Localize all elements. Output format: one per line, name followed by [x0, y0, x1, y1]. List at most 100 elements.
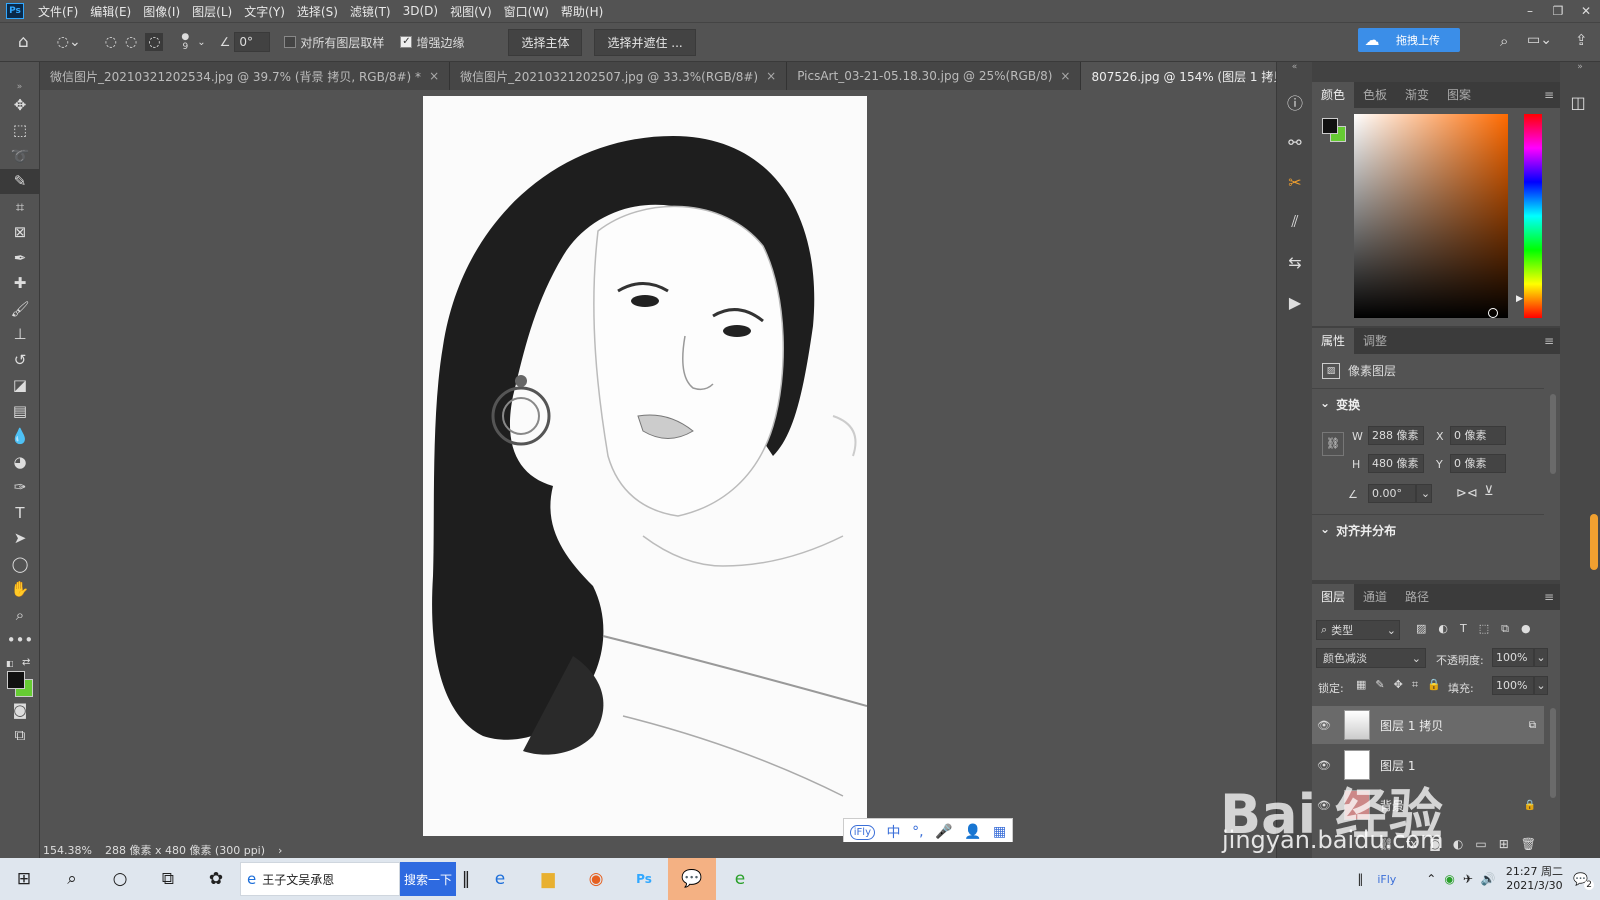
lock-artboard-icon[interactable]: ⌗: [1412, 678, 1418, 692]
tab-document-1[interactable]: 微信图片_20210321202534.jpg @ 39.7% (背景 拷贝, …: [40, 62, 451, 90]
new-selection-icon[interactable]: ◌: [105, 34, 117, 50]
ifly-tray-icon[interactable]: iFly: [1377, 873, 1396, 886]
airplane-icon[interactable]: ✈: [1463, 872, 1473, 886]
color-field[interactable]: [1354, 114, 1508, 318]
restore-icon[interactable]: ❐: [1544, 0, 1572, 22]
color-swatches[interactable]: ◧ ⇄: [0, 653, 39, 697]
lock-position-icon[interactable]: ✥: [1394, 678, 1403, 692]
screen-mode-icon[interactable]: ⧉: [0, 723, 40, 749]
more-tools-icon[interactable]: •••: [0, 628, 40, 654]
add-selection-icon[interactable]: ◌: [125, 34, 137, 50]
height-field[interactable]: 480 像素: [1368, 454, 1424, 473]
home-icon[interactable]: ⌂: [18, 32, 29, 52]
filter-toggle-icon[interactable]: ●: [1521, 622, 1531, 636]
minimize-icon[interactable]: –: [1516, 0, 1544, 22]
browser-search-input[interactable]: e 王子文吴承恩: [240, 862, 400, 896]
tab-gradients[interactable]: 渐变: [1396, 82, 1438, 108]
volume-icon[interactable]: 🔊: [1481, 872, 1496, 886]
libraries-icon[interactable]: ⚯: [1277, 122, 1313, 162]
ime-mode[interactable]: 中: [887, 822, 901, 842]
tab-channels[interactable]: 通道: [1354, 584, 1396, 610]
close-icon[interactable]: ✕: [1572, 0, 1600, 22]
filter-type-icon[interactable]: T: [1460, 622, 1467, 636]
close-icon[interactable]: ×: [1060, 69, 1070, 83]
expand-icon[interactable]: »: [1560, 62, 1600, 82]
healing-brush-tool-icon[interactable]: ✚: [0, 271, 40, 297]
menu-layer[interactable]: 图层(L): [186, 3, 238, 20]
workspace-icon[interactable]: ▭⌄: [1527, 32, 1552, 48]
quick-select-preset-icon[interactable]: ◌⌄: [57, 34, 81, 50]
filter-smart-icon[interactable]: ⧉: [1501, 622, 1509, 636]
task-view-icon[interactable]: ⧉: [144, 858, 192, 900]
search-icon[interactable]: ⌕: [1500, 32, 1508, 50]
eye-icon[interactable]: 👁: [1312, 719, 1336, 732]
flip-vertical-icon[interactable]: ⊻: [1484, 484, 1494, 499]
wechat-icon[interactable]: 💬: [668, 858, 716, 900]
new-fill-icon[interactable]: ◐: [1453, 837, 1463, 851]
default-colors-icon[interactable]: ◧: [6, 659, 14, 668]
zoom-level[interactable]: 154.38%: [43, 844, 92, 857]
clock[interactable]: 21:27 周二 2021/3/30: [1506, 865, 1563, 893]
sample-all-layers-checkbox[interactable]: 对所有图层取样: [284, 34, 384, 51]
tab-patterns[interactable]: 图案: [1438, 82, 1480, 108]
tab-layers[interactable]: 图层: [1312, 584, 1355, 610]
file-explorer-icon[interactable]: ▆: [524, 858, 572, 900]
move-tool-icon[interactable]: ✥: [0, 92, 40, 118]
transform-section-header[interactable]: ⌄ 变换: [1320, 396, 1360, 413]
tab-swatches[interactable]: 色板: [1354, 82, 1396, 108]
y-field[interactable]: 0 像素: [1450, 454, 1506, 473]
menu-3d[interactable]: 3D(D): [397, 4, 444, 18]
tab-document-2[interactable]: 微信图片_20210321202507.jpg @ 33.3%(RGB/8#) ×: [450, 62, 788, 90]
menu-file[interactable]: 文件(F): [32, 3, 84, 20]
lasso-tool-icon[interactable]: ➰: [0, 143, 40, 169]
microphone-icon[interactable]: 🎤: [935, 824, 952, 840]
new-group-icon[interactable]: ▭: [1475, 837, 1486, 851]
zoom-tool-icon[interactable]: ⌕: [0, 602, 40, 628]
blend-mode-select[interactable]: 颜色减淡 ⌄: [1316, 648, 1426, 668]
upload-widget[interactable]: ☁ 拖拽上传: [1358, 28, 1460, 52]
select-and-mask-button[interactable]: 选择并遮住 ...: [594, 28, 696, 56]
app-pinwheel-icon[interactable]: ✿: [192, 858, 240, 900]
browser-green-icon[interactable]: e: [716, 858, 764, 900]
collapse-icon[interactable]: «: [1277, 62, 1312, 82]
layer-name[interactable]: 图层 1 拷贝: [1380, 717, 1443, 734]
menu-view[interactable]: 视图(V): [444, 3, 498, 20]
select-subject-button[interactable]: 选择主体: [508, 28, 583, 56]
panel-menu-icon[interactable]: ≡: [1544, 334, 1554, 348]
menu-select[interactable]: 选择(S): [291, 3, 344, 20]
chevron-down-icon[interactable]: ⌄: [1534, 676, 1548, 695]
document-canvas[interactable]: [423, 96, 867, 836]
ellipse-tool-icon[interactable]: ◯: [0, 551, 40, 577]
brush-dropdown-icon[interactable]: ⌄: [197, 37, 205, 48]
tab-adjustments[interactable]: 调整: [1354, 328, 1396, 354]
share-icon[interactable]: ⇪: [1575, 31, 1588, 49]
rotation-field[interactable]: 0.00°: [1368, 484, 1416, 503]
filter-adjustment-icon[interactable]: ◐: [1438, 622, 1448, 636]
search-button[interactable]: 搜索一下: [400, 862, 456, 896]
collapse-icon[interactable]: »: [0, 62, 39, 92]
menu-type[interactable]: 文字(Y): [238, 3, 291, 20]
scrollbar[interactable]: [1550, 708, 1556, 798]
stamp-tool-icon[interactable]: ⊥: [0, 322, 40, 348]
edge-icon[interactable]: e: [476, 858, 524, 900]
windows-start-icon[interactable]: ⊞: [0, 858, 48, 900]
firefox-icon[interactable]: ◉: [572, 858, 620, 900]
menu-edit[interactable]: 编辑(E): [84, 3, 137, 20]
marquee-tool-icon[interactable]: ⬚: [0, 118, 40, 144]
hand-tool-icon[interactable]: ✋: [0, 577, 40, 603]
trash-icon[interactable]: 🗑: [1521, 837, 1536, 851]
opacity-field[interactable]: 100%: [1492, 648, 1534, 667]
history-icon[interactable]: ⇆: [1277, 242, 1313, 282]
pen-tool-icon[interactable]: ✑: [0, 475, 40, 501]
fill-field[interactable]: 100%: [1492, 676, 1534, 695]
scrollbar[interactable]: [1550, 394, 1556, 474]
swap-colors-icon[interactable]: ⇄: [22, 657, 30, 668]
tab-document-3[interactable]: PicsArt_03-21-05.18.30.jpg @ 25%(RGB/8) ×: [787, 62, 1082, 90]
brush-tool-icon[interactable]: 🖌: [0, 296, 40, 322]
tab-properties[interactable]: 属性: [1312, 328, 1355, 354]
cortana-icon[interactable]: ○: [96, 858, 144, 900]
chevron-up-icon[interactable]: ⌃: [1426, 872, 1436, 886]
layer-filter-select[interactable]: ⌕ 类型 ⌄: [1316, 620, 1400, 640]
type-tool-icon[interactable]: T: [0, 500, 40, 526]
tab-paths[interactable]: 路径: [1396, 584, 1438, 610]
